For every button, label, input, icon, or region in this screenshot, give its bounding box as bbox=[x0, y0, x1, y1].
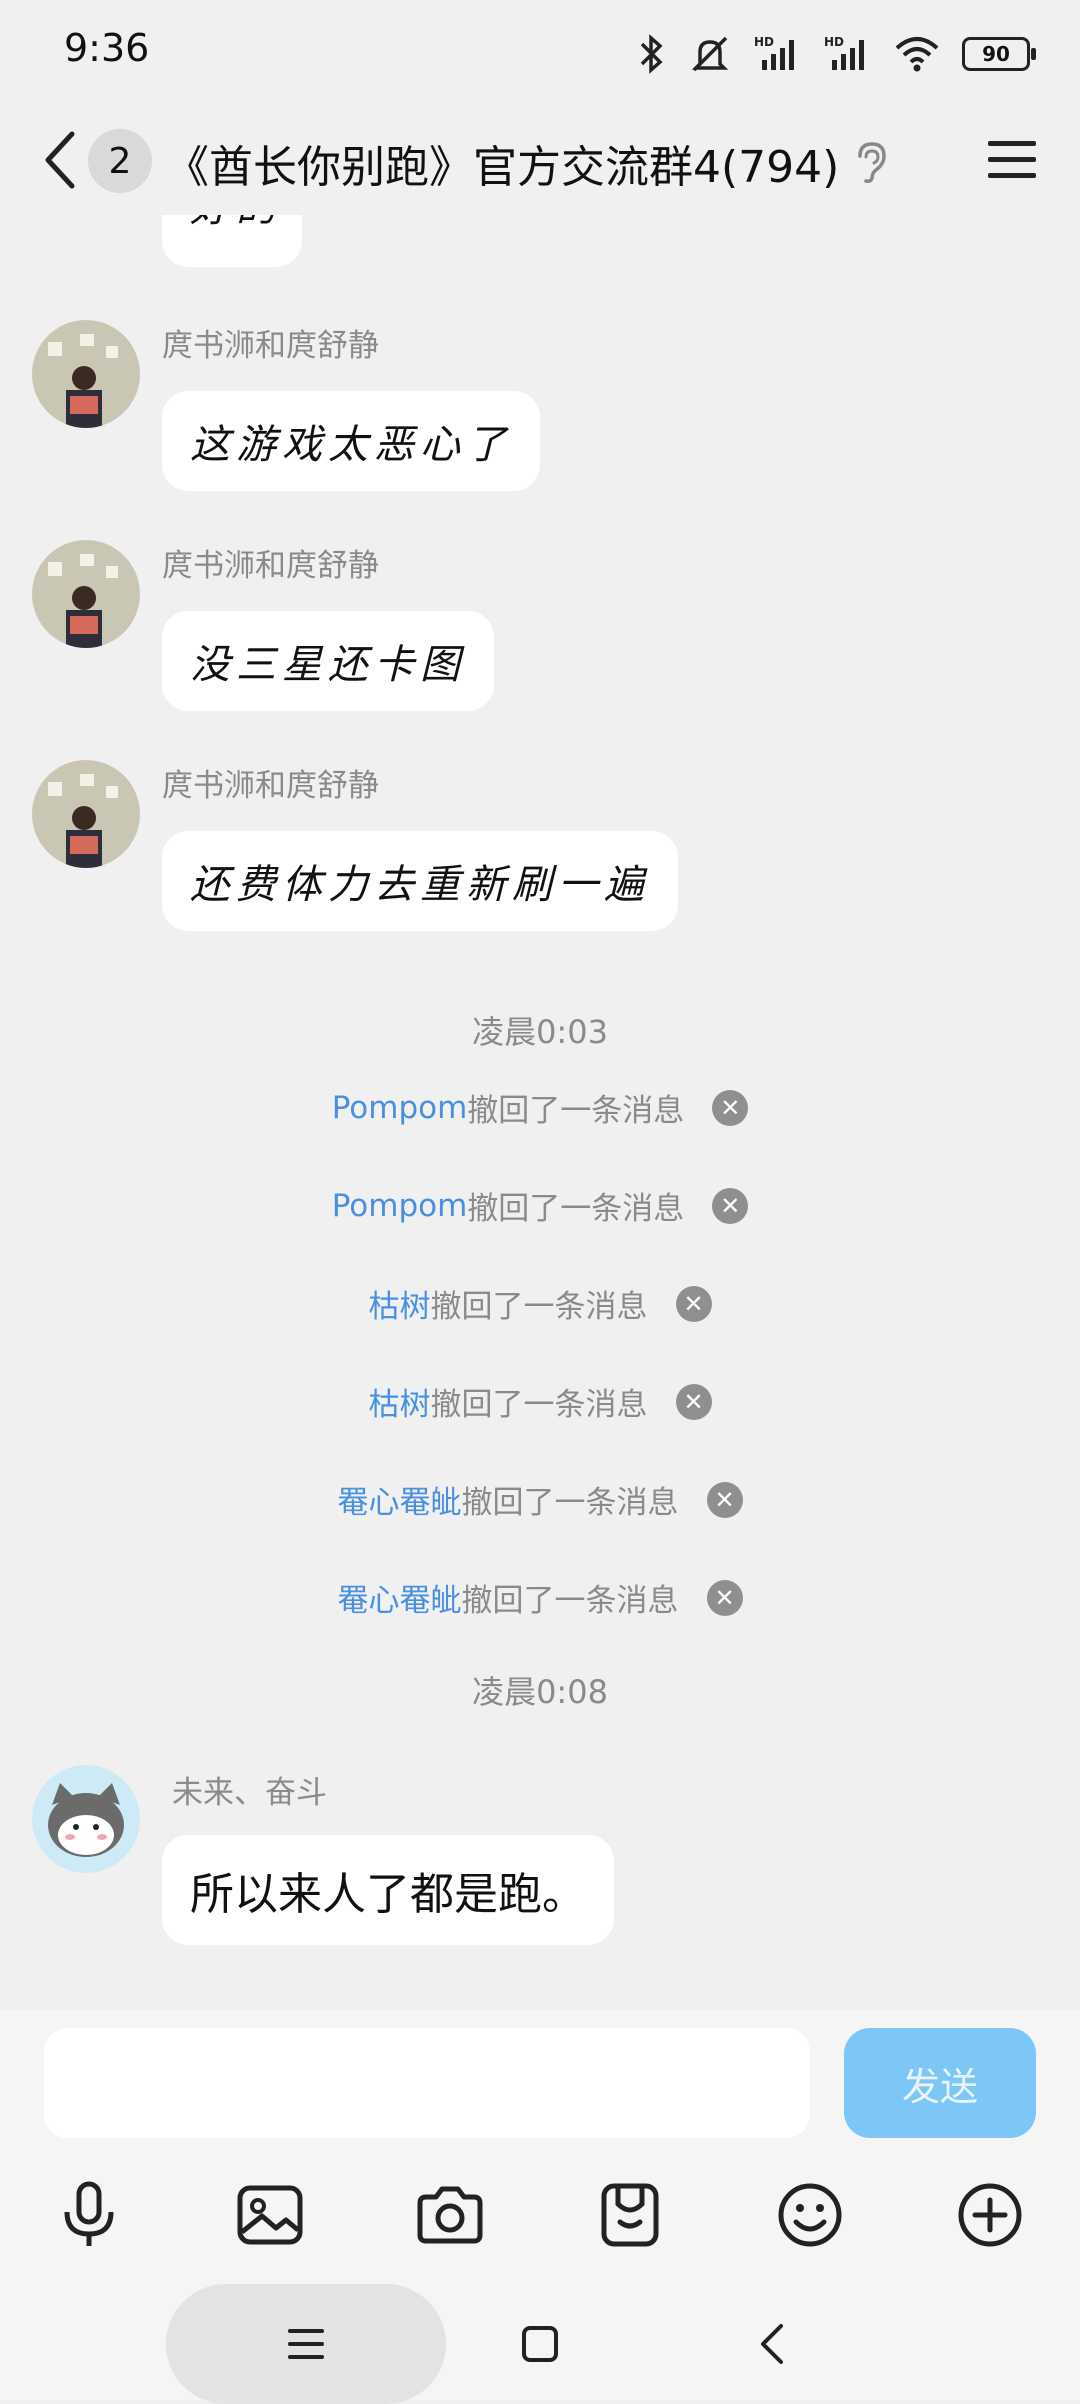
microphone-icon bbox=[64, 2181, 114, 2246]
user-avatar-photo bbox=[32, 540, 140, 648]
nav-menu-icon bbox=[288, 2329, 324, 2359]
voice-button[interactable] bbox=[44, 2170, 134, 2260]
message-bubble-partial[interactable]: 好的 bbox=[162, 215, 302, 267]
recall-user-link[interactable]: 枯树 bbox=[369, 1379, 431, 1424]
recall-notice: Pompom 撤回了一条消息 ✕ bbox=[0, 1085, 1080, 1130]
mute-icon bbox=[691, 36, 729, 72]
dismiss-icon[interactable]: ✕ bbox=[706, 1481, 743, 1518]
avatar[interactable] bbox=[32, 1765, 140, 1873]
message-text: 没三星还卡图 bbox=[190, 642, 466, 688]
dismiss-icon[interactable]: ✕ bbox=[675, 1383, 712, 1420]
bluetooth-icon bbox=[640, 34, 663, 74]
message-text: 这游戏太恶心了 bbox=[190, 422, 512, 468]
recall-user-link[interactable]: Pompom bbox=[332, 1188, 468, 1224]
avatar[interactable] bbox=[32, 540, 140, 648]
battery-level: 90 bbox=[982, 42, 1010, 66]
status-time: 9:36 bbox=[64, 26, 150, 70]
recall-text: 撤回了一条消息 bbox=[430, 1289, 648, 1325]
message-bubble[interactable]: 这游戏太恶心了 bbox=[162, 391, 540, 491]
sticker-icon bbox=[601, 2183, 659, 2247]
recall-notice: 罨心罨皉 撤回了一条消息 ✕ bbox=[0, 1477, 1080, 1522]
sender-name: 未来、奋斗 bbox=[172, 1775, 327, 1811]
input-toolbar bbox=[0, 2170, 1080, 2260]
sender-name: 庹书浉和庹舒静 bbox=[162, 768, 379, 804]
group-title[interactable]: 《酋长你别跑》官方交流群4(794) bbox=[165, 131, 839, 195]
nav-home-icon bbox=[522, 2326, 558, 2362]
user-avatar-photo bbox=[32, 760, 140, 868]
svg-text:HD: HD bbox=[824, 35, 844, 49]
more-button[interactable] bbox=[945, 2170, 1035, 2260]
send-button[interactable]: 发送 bbox=[844, 2028, 1036, 2138]
nav-menu-button[interactable] bbox=[266, 2314, 346, 2374]
plus-icon bbox=[958, 2183, 1022, 2247]
message-bubble[interactable]: 所以来人了都是跑。 bbox=[162, 1835, 614, 1945]
recall-text: 撤回了一条消息 bbox=[467, 1191, 685, 1227]
emoji-icon bbox=[778, 2183, 842, 2247]
dismiss-icon[interactable]: ✕ bbox=[712, 1187, 749, 1224]
message-list[interactable]: 好的 庹书浉和庹舒静 这游戏太恶心了 庹书浉和庹舒静 没三星还卡图 庹书浉和庹舒… bbox=[0, 215, 1080, 2010]
dismiss-icon[interactable]: ✕ bbox=[712, 1089, 749, 1126]
system-nav-bar bbox=[0, 2270, 1080, 2404]
recall-user-link[interactable]: 枯树 bbox=[369, 1281, 431, 1326]
recall-user-link[interactable]: 罨心罨皉 bbox=[338, 1477, 462, 1522]
recall-notice: 枯树 撤回了一条消息 ✕ bbox=[0, 1281, 1080, 1326]
dismiss-icon[interactable]: ✕ bbox=[675, 1285, 712, 1322]
image-icon bbox=[237, 2185, 303, 2245]
message-input[interactable] bbox=[44, 2028, 810, 2138]
wifi-icon bbox=[895, 37, 939, 72]
image-button[interactable] bbox=[225, 2170, 315, 2260]
signal-icon-2: HD bbox=[824, 35, 864, 70]
avatar[interactable] bbox=[32, 760, 140, 868]
recall-user-link[interactable]: 罨心罨皉 bbox=[338, 1575, 462, 1620]
chat-header: 2 《酋长你别跑》官方交流群4(794) bbox=[0, 105, 1080, 215]
message-bubble[interactable]: 没三星还卡图 bbox=[162, 611, 494, 711]
back-icon bbox=[45, 131, 75, 189]
dismiss-icon[interactable]: ✕ bbox=[706, 1579, 743, 1616]
recall-notice: 罨心罨皉 撤回了一条消息 ✕ bbox=[0, 1575, 1080, 1620]
recall-text: 撤回了一条消息 bbox=[461, 1583, 679, 1619]
recall-text: 撤回了一条消息 bbox=[461, 1485, 679, 1521]
avatar[interactable] bbox=[32, 320, 140, 428]
cat-avatar bbox=[32, 1765, 140, 1873]
user-avatar-photo bbox=[32, 320, 140, 428]
sender-name: 庹书浉和庹舒静 bbox=[162, 548, 379, 584]
message-text-partial: 好的 bbox=[190, 215, 282, 233]
recall-text: 撤回了一条消息 bbox=[467, 1093, 685, 1129]
message-text: 还费体力去重新刷一遍 bbox=[190, 862, 650, 908]
nav-back-icon bbox=[761, 2324, 783, 2364]
menu-icon[interactable] bbox=[984, 135, 1040, 185]
nav-back-button[interactable] bbox=[732, 2314, 812, 2374]
message-bubble[interactable]: 还费体力去重新刷一遍 bbox=[162, 831, 678, 931]
timestamp: 凌晨0:03 bbox=[472, 1013, 608, 1051]
sticker-button[interactable] bbox=[585, 2170, 675, 2260]
timestamp: 凌晨0:08 bbox=[472, 1673, 608, 1711]
sender-name: 庹书浉和庹舒静 bbox=[162, 328, 379, 364]
recall-text: 撤回了一条消息 bbox=[430, 1387, 648, 1423]
battery-indicator: 90 bbox=[962, 37, 1036, 71]
status-icons: HD HD 90 bbox=[638, 30, 1036, 78]
message-text: 所以来人了都是跑。 bbox=[190, 1869, 586, 1920]
signal-icon-1: HD bbox=[754, 35, 794, 70]
status-bar: 9:36 HD HD 90 bbox=[0, 0, 1080, 105]
recall-user-link[interactable]: Pompom bbox=[332, 1090, 468, 1126]
unread-count-badge[interactable]: 2 bbox=[88, 129, 152, 193]
svg-text:HD: HD bbox=[754, 35, 774, 49]
recall-notice: 枯树 撤回了一条消息 ✕ bbox=[0, 1379, 1080, 1424]
emoji-button[interactable] bbox=[765, 2170, 855, 2260]
camera-button[interactable] bbox=[405, 2170, 495, 2260]
ear-icon[interactable] bbox=[852, 140, 890, 184]
recall-notice: Pompom 撤回了一条消息 ✕ bbox=[0, 1183, 1080, 1228]
camera-icon bbox=[417, 2186, 483, 2244]
nav-home-button[interactable] bbox=[500, 2314, 580, 2374]
back-button[interactable] bbox=[30, 127, 90, 193]
input-area: 发送 bbox=[0, 2010, 1080, 2404]
